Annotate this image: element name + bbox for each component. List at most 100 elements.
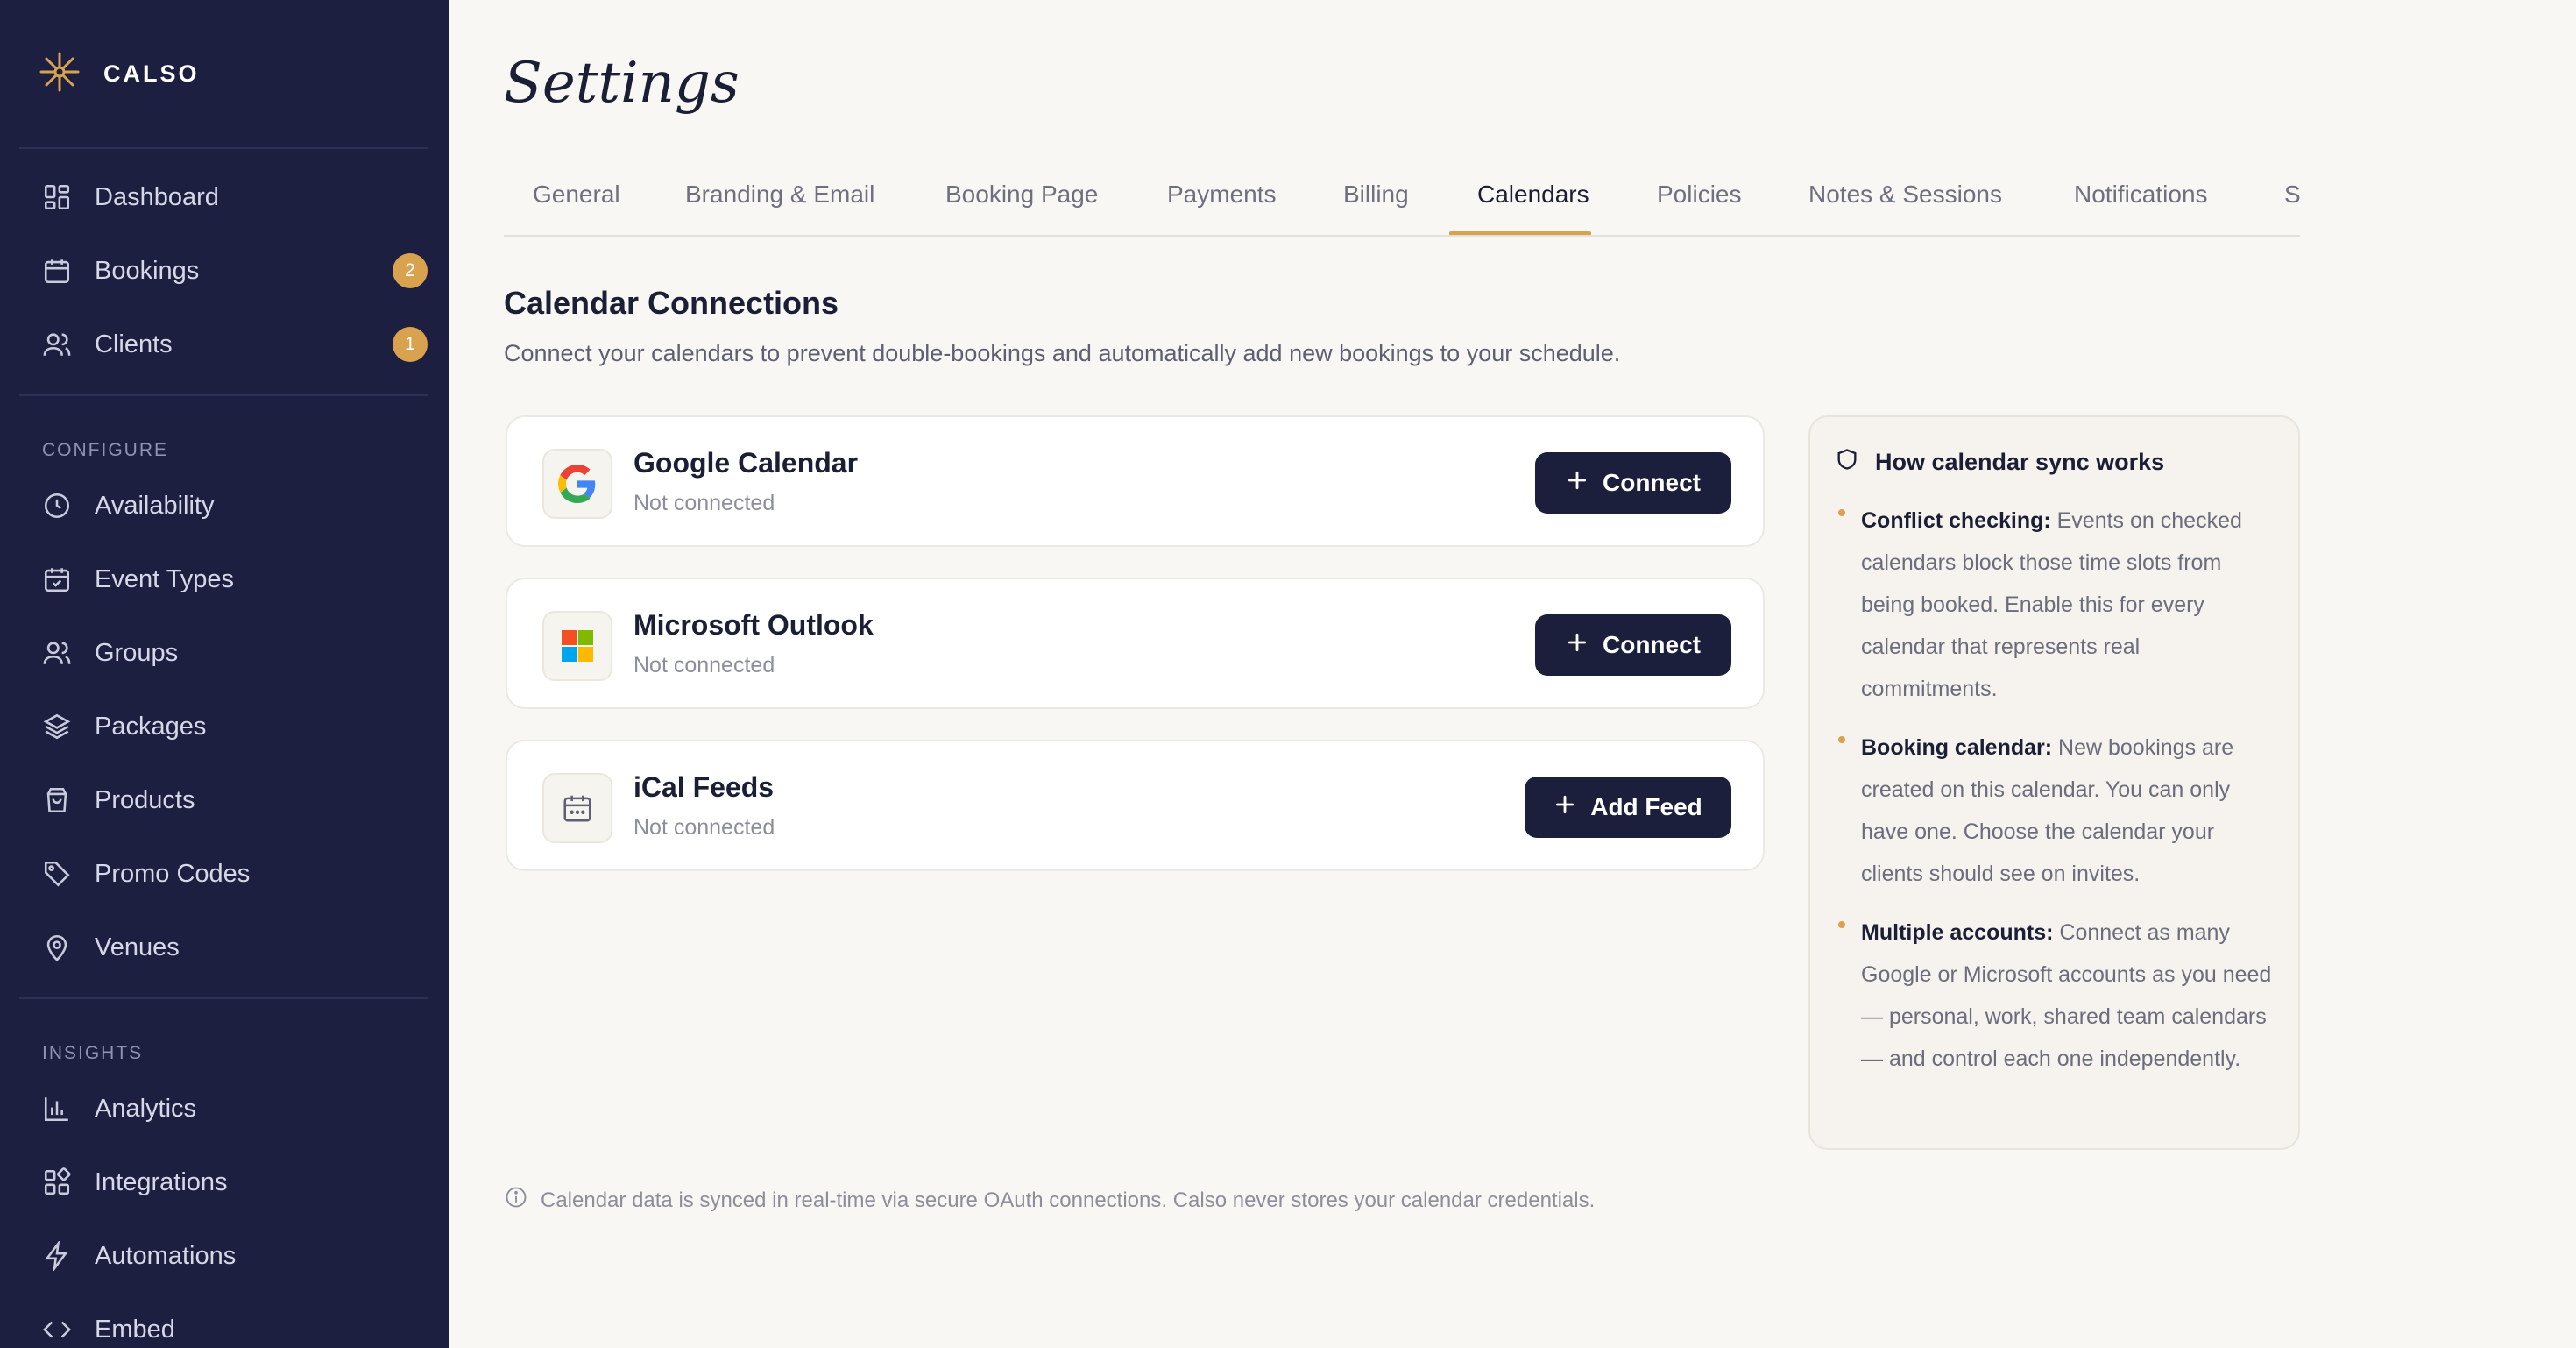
sidebar-item-automations[interactable]: Automations bbox=[19, 1224, 428, 1288]
sidebar-item-label: Bookings bbox=[95, 256, 200, 285]
sidebar-item-label: Dashboard bbox=[95, 182, 219, 211]
connection-status: Not connected bbox=[633, 653, 775, 678]
count-badge: 1 bbox=[393, 327, 428, 362]
sidebar-divider bbox=[19, 147, 428, 149]
tab-policies[interactable]: Policies bbox=[1657, 181, 1741, 209]
sidebar: CALSO Dashboard Bookings 2 Clients 1 CON… bbox=[0, 0, 449, 1348]
sidebar-item-dashboard[interactable]: Dashboard bbox=[19, 166, 428, 229]
sidebar-item-label: Products bbox=[95, 785, 195, 814]
logo-icon bbox=[39, 51, 81, 97]
tag-icon bbox=[42, 859, 72, 889]
settings-tabs: General Branding & Email Booking Page Pa… bbox=[504, 167, 2300, 237]
sidebar-item-promo-codes[interactable]: Promo Codes bbox=[19, 842, 428, 905]
button-label: Connect bbox=[1603, 469, 1701, 496]
sidebar-section-heading: INSIGHTS bbox=[42, 1043, 144, 1063]
sidebar-item-availability[interactable]: Availability bbox=[19, 474, 428, 537]
info-panel-title: How calendar sync works bbox=[1835, 447, 2164, 478]
app-name: CALSO bbox=[103, 60, 200, 87]
sidebar-item-bookings[interactable]: Bookings 2 bbox=[19, 239, 428, 302]
connection-name: Microsoft Outlook bbox=[633, 609, 874, 641]
info-panel-title-text: How calendar sync works bbox=[1875, 449, 2165, 475]
plus-icon bbox=[1566, 469, 1589, 498]
ical-calendar-icon bbox=[542, 773, 612, 843]
tab-notes-sessions[interactable]: Notes & Sessions bbox=[1808, 181, 2002, 209]
sidebar-item-label: Venues bbox=[95, 933, 180, 961]
connection-card-microsoft: Microsoft Outlook Not connected Connect bbox=[506, 578, 1765, 709]
calendar-check-icon bbox=[42, 564, 72, 594]
zap-icon bbox=[42, 1241, 72, 1271]
connection-card-google: Google Calendar Not connected Connect bbox=[506, 415, 1765, 547]
info-item-conflict-checking: Conflict checking: Events on checked cal… bbox=[1861, 508, 2242, 701]
button-label: Add Feed bbox=[1590, 793, 1702, 820]
tab-calendars[interactable]: Calendars bbox=[1477, 181, 1589, 209]
code-icon bbox=[42, 1315, 72, 1344]
calendar-sync-info-panel: How calendar sync works Conflict checkin… bbox=[1808, 415, 2300, 1150]
tab-payments[interactable]: Payments bbox=[1167, 181, 1277, 209]
tab-notifications[interactable]: Notifications bbox=[2074, 181, 2208, 209]
add-feed-button[interactable]: Add Feed bbox=[1525, 777, 1731, 838]
layers-icon bbox=[42, 712, 72, 741]
sidebar-item-packages[interactable]: Packages bbox=[19, 695, 428, 758]
integrations-icon bbox=[42, 1167, 72, 1197]
tab-branding-email[interactable]: Branding & Email bbox=[685, 181, 874, 209]
info-item-multiple-accounts: Multiple accounts: Connect as many Googl… bbox=[1861, 920, 2272, 1071]
map-pin-icon bbox=[42, 933, 72, 962]
calendar-icon bbox=[42, 256, 72, 286]
footnote-text: Calendar data is synced in real-time via… bbox=[541, 1188, 1596, 1212]
connection-name: Google Calendar bbox=[633, 447, 859, 479]
sidebar-item-label: Embed bbox=[95, 1315, 175, 1344]
clock-icon bbox=[42, 491, 72, 521]
sidebar-item-label: Packages bbox=[95, 712, 207, 741]
active-tab-indicator bbox=[1449, 231, 1591, 235]
sidebar-item-embed[interactable]: Embed bbox=[19, 1298, 428, 1348]
bullet-dot bbox=[1838, 736, 1845, 743]
tab-booking-page[interactable]: Booking Page bbox=[945, 181, 1098, 209]
sidebar-item-groups[interactable]: Groups bbox=[19, 621, 428, 685]
group-icon bbox=[42, 638, 72, 668]
shield-icon bbox=[1835, 447, 1859, 478]
sidebar-divider bbox=[19, 997, 428, 999]
dashboard-icon bbox=[42, 182, 72, 212]
tab-overflow[interactable]: S bbox=[2284, 181, 2300, 209]
brand[interactable]: CALSO bbox=[39, 51, 200, 97]
sidebar-item-event-types[interactable]: Event Types bbox=[19, 548, 428, 611]
plus-icon bbox=[1566, 631, 1589, 660]
sidebar-item-clients[interactable]: Clients 1 bbox=[19, 313, 428, 376]
plus-icon bbox=[1553, 793, 1576, 822]
connect-microsoft-button[interactable]: Connect bbox=[1535, 614, 1731, 676]
page-title: Settings bbox=[504, 51, 740, 116]
connection-card-ical: iCal Feeds Not connected Add Feed bbox=[506, 740, 1765, 871]
connection-status: Not connected bbox=[633, 815, 775, 840]
connection-status: Not connected bbox=[633, 491, 775, 515]
microsoft-icon bbox=[542, 611, 612, 681]
sidebar-item-label: Analytics bbox=[95, 1094, 197, 1123]
sidebar-item-label: Integrations bbox=[95, 1167, 228, 1196]
sidebar-item-label: Availability bbox=[95, 491, 215, 520]
bar-chart-icon bbox=[42, 1094, 72, 1124]
sidebar-item-integrations[interactable]: Integrations bbox=[19, 1151, 428, 1214]
section-title: Calendar Connections bbox=[504, 285, 839, 321]
tab-general[interactable]: General bbox=[533, 181, 620, 209]
bullet-dot bbox=[1838, 509, 1845, 516]
sidebar-item-label: Clients bbox=[95, 330, 173, 358]
sidebar-divider bbox=[19, 394, 428, 396]
count-badge: 2 bbox=[393, 253, 428, 288]
sidebar-item-label: Groups bbox=[95, 638, 179, 667]
section-description: Connect your calendars to prevent double… bbox=[504, 340, 1621, 366]
google-icon bbox=[542, 449, 612, 519]
sidebar-item-label: Promo Codes bbox=[95, 859, 251, 888]
info-icon bbox=[504, 1185, 528, 1216]
sidebar-item-venues[interactable]: Venues bbox=[19, 916, 428, 979]
connection-name: iCal Feeds bbox=[633, 771, 775, 803]
sidebar-item-analytics[interactable]: Analytics bbox=[19, 1077, 428, 1140]
info-item-booking-calendar: Booking calendar: New bookings are creat… bbox=[1861, 735, 2234, 886]
users-icon bbox=[42, 330, 72, 359]
tab-billing[interactable]: Billing bbox=[1343, 181, 1409, 209]
sidebar-item-label: Automations bbox=[95, 1241, 237, 1270]
button-label: Connect bbox=[1603, 631, 1701, 658]
footnote: Calendar data is synced in real-time via… bbox=[504, 1185, 1595, 1216]
sidebar-item-products[interactable]: Products bbox=[19, 769, 428, 832]
connect-google-button[interactable]: Connect bbox=[1535, 452, 1731, 514]
shopping-bag-icon bbox=[42, 785, 72, 815]
bullet-dot bbox=[1838, 921, 1845, 928]
